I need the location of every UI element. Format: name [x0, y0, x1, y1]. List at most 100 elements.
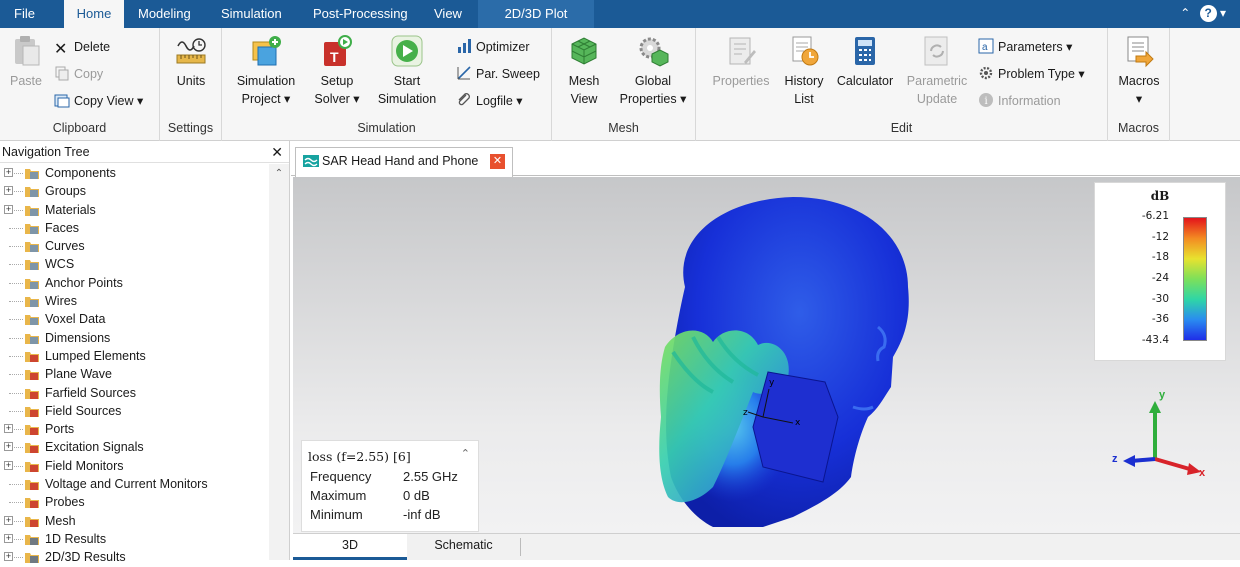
menu-file[interactable]: File: [10, 0, 39, 28]
folder-icon: [25, 260, 39, 271]
copy-button[interactable]: Copy: [54, 63, 103, 85]
axis-z-label: z: [1112, 453, 1118, 465]
help-dropdown-icon[interactable]: ▾: [1220, 6, 1226, 20]
navigation-tree-header: Navigation Tree ✕: [0, 141, 289, 163]
collapse-icon[interactable]: ⌃: [461, 447, 470, 460]
close-tab-icon[interactable]: ✕: [490, 154, 505, 169]
units-button[interactable]: Units: [168, 34, 214, 90]
problem-type-button[interactable]: Problem Type ▾: [978, 63, 1085, 85]
calculator-button[interactable]: Calculator: [832, 34, 898, 90]
menu-simulation[interactable]: Simulation: [217, 0, 286, 28]
info-label: Minimum: [310, 507, 363, 522]
history-list-button[interactable]: History List: [780, 34, 828, 108]
legend-tick-label: -24: [1151, 272, 1169, 284]
tree-item[interactable]: Lumped Elements: [0, 347, 270, 365]
tree-item[interactable]: Field Sources: [0, 402, 270, 420]
menu-view[interactable]: View: [430, 0, 466, 28]
source-folder-icon: [25, 388, 39, 399]
info-value: 2.55 GHz: [403, 469, 458, 484]
tree-item[interactable]: Curves: [0, 237, 270, 255]
legend-unit: dB: [1150, 189, 1170, 203]
paste-button[interactable]: Paste: [4, 34, 48, 90]
expand-icon[interactable]: +: [4, 168, 13, 177]
copy-view-button[interactable]: Copy View ▾: [54, 90, 143, 112]
tree-item[interactable]: Anchor Points: [0, 274, 270, 292]
tree-item[interactable]: + Materials: [0, 201, 270, 219]
global-properties-label-1: Global: [634, 74, 672, 88]
gear-icon: [979, 66, 993, 80]
delete-button[interactable]: ✕ Delete: [54, 36, 110, 58]
global-properties-button[interactable]: Global Properties ▾: [614, 34, 692, 108]
source-folder-icon: [25, 498, 39, 509]
setup-solver-label-2: Solver ▾: [314, 92, 360, 106]
tree-item[interactable]: +2D/3D Results: [0, 548, 270, 566]
parametric-update-button[interactable]: Parametric Update: [902, 34, 972, 108]
expand-icon[interactable]: +: [4, 186, 13, 196]
tree-item[interactable]: Dimensions: [0, 329, 270, 347]
start-simulation-icon: [391, 35, 423, 67]
group-settings: Units Settings: [160, 28, 222, 141]
history-list-label-1: History: [784, 74, 824, 88]
tab-3d[interactable]: 3D: [293, 534, 407, 560]
tree-item[interactable]: Faces: [0, 219, 270, 237]
tree-item-label: Ports: [45, 422, 75, 437]
tree-item[interactable]: + Components: [0, 164, 270, 182]
macros-button[interactable]: Macros ▾: [1114, 34, 1164, 108]
axis-x-label: x: [1199, 467, 1206, 479]
tree-item[interactable]: Wires: [0, 292, 270, 310]
nav-scrollbar[interactable]: ⌃: [269, 164, 289, 560]
logfile-button[interactable]: Logfile ▾: [456, 90, 523, 112]
close-panel-icon[interactable]: ✕: [271, 141, 283, 163]
parametric-update-label-1: Parametric: [906, 74, 968, 88]
menu-2d3d-plot[interactable]: 2D/3D Plot: [478, 0, 594, 28]
expand-icon[interactable]: +: [4, 424, 13, 434]
settings-group-label: Settings: [167, 121, 214, 135]
tree-item[interactable]: Probes: [0, 493, 270, 511]
help-icon[interactable]: ?: [1199, 5, 1217, 22]
units-label: Units: [176, 74, 206, 88]
copy-icon: [55, 66, 69, 81]
expand-icon[interactable]: +: [4, 442, 13, 452]
tree-item[interactable]: +1D Results: [0, 530, 270, 548]
tree-item[interactable]: + Mesh: [0, 512, 270, 530]
expand-icon[interactable]: +: [4, 533, 13, 543]
help-button[interactable]: ⌃ ? ▾: [1180, 5, 1226, 22]
paste-icon: [15, 36, 40, 66]
optimizer-button[interactable]: Optimizer: [456, 36, 529, 58]
edit-group-label: Edit: [890, 121, 913, 135]
svg-text:x: x: [795, 418, 801, 428]
properties-button[interactable]: Properties: [708, 34, 774, 90]
menu-modeling[interactable]: Modeling: [134, 0, 195, 28]
tree-item[interactable]: + Field Monitors: [0, 457, 270, 475]
setup-solver-button[interactable]: T Setup Solver ▾: [310, 34, 364, 108]
tree-item[interactable]: Voltage and Current Monitors: [0, 475, 270, 493]
information-button[interactable]: i Information: [978, 90, 1061, 112]
start-simulation-button[interactable]: Start Simulation: [372, 34, 442, 108]
tree-item[interactable]: Plane Wave: [0, 365, 270, 383]
legend-color-bar: [1183, 217, 1207, 341]
tree-item[interactable]: Voxel Data: [0, 310, 270, 328]
document-tab[interactable]: SAR Head Hand and Phone ✕: [295, 147, 513, 177]
tree-item-label: Components: [45, 166, 116, 180]
tree-item[interactable]: + Groups: [0, 182, 270, 200]
parameters-button[interactable]: a Parameters ▾: [978, 36, 1072, 58]
par-sweep-button[interactable]: Par. Sweep: [456, 63, 540, 85]
tree-item-label: WCS: [45, 257, 75, 272]
mesh-group-label: Mesh: [608, 121, 639, 135]
expand-icon[interactable]: +: [4, 460, 13, 470]
expand-icon[interactable]: +: [4, 515, 13, 525]
mesh-view-button[interactable]: Mesh View: [560, 34, 608, 108]
view-tab-bar: 3D Schematic: [293, 533, 1240, 560]
simulation-project-button[interactable]: Simulation Project ▾: [230, 34, 302, 108]
tree-item[interactable]: + Excitation Signals: [0, 438, 270, 456]
expand-icon[interactable]: +: [4, 204, 13, 214]
tree-item[interactable]: WCS: [0, 255, 270, 273]
scroll-up-icon[interactable]: ⌃: [269, 168, 289, 179]
collapse-ribbon-icon[interactable]: ⌃: [1180, 6, 1190, 20]
tree-item[interactable]: + Ports: [0, 420, 270, 438]
tab-schematic[interactable]: Schematic: [407, 538, 521, 556]
tree-item[interactable]: Farfield Sources: [0, 384, 270, 402]
3d-view[interactable]: y x z y x z dB -6.21 -12 -18 -24 -30 -36 -43.4…: [293, 177, 1240, 533]
menu-post-processing[interactable]: Post-Processing: [309, 0, 412, 28]
menu-home[interactable]: Home: [64, 0, 124, 28]
